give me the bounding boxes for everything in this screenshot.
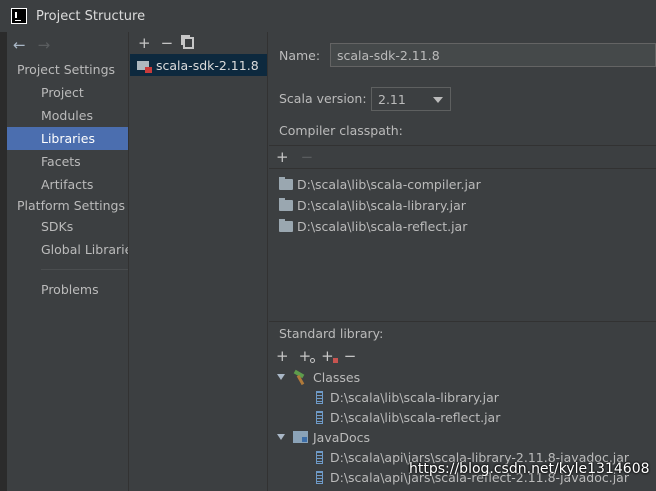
scala-version-select[interactable]: 2.11	[371, 87, 451, 111]
window-title: Project Structure	[36, 8, 146, 24]
add-classpath-button[interactable]: +	[276, 148, 289, 166]
remove-classpath-button: −	[300, 148, 314, 166]
library-folder-icon	[137, 60, 152, 73]
folder-icon	[279, 219, 293, 232]
nav-item-facets[interactable]: Facets	[7, 150, 128, 173]
remove-root-button[interactable]: −	[344, 347, 357, 365]
classes-tree-item[interactable]: D:\scala\lib\scala-library.jar	[269, 387, 656, 407]
add-root-button[interactable]: +	[276, 347, 289, 365]
editor-gutter	[0, 32, 7, 491]
library-details: Name: Scala version: 2.11 Compiler class…	[269, 32, 656, 491]
classpath-toolbar: + −	[269, 146, 656, 168]
classes-tree-item[interactable]: D:\scala\lib\scala-reflect.jar	[269, 407, 656, 427]
watermark-text: https://blog.csdn.net/kyle1314608	[409, 461, 650, 477]
nav-arrows: ← →	[7, 32, 128, 58]
classpath-item[interactable]: D:\scala\lib\scala-reflect.jar	[269, 216, 656, 237]
javadoc-folder-icon	[293, 431, 308, 443]
name-label: Name:	[279, 48, 321, 63]
settings-nav: ← → Project Settings Project Modules Lib…	[7, 32, 129, 491]
classes-item-label: D:\scala\lib\scala-library.jar	[330, 389, 499, 405]
folder-icon	[279, 198, 293, 211]
nav-item-sdks[interactable]: SDKs	[7, 215, 128, 238]
scala-version-value: 2.11	[378, 91, 406, 107]
add-excluded-icon[interactable]: +	[321, 347, 338, 365]
add-library-button[interactable]: +	[138, 34, 151, 52]
compiler-classpath-label: Compiler classpath:	[279, 123, 403, 138]
nav-item-modules[interactable]: Modules	[7, 104, 128, 127]
classes-item-label: D:\scala\lib\scala-reflect.jar	[330, 409, 501, 425]
scala-version-label: Scala version:	[279, 91, 367, 106]
jar-file-icon	[316, 390, 323, 404]
classes-hammer-icon	[293, 369, 307, 385]
library-name-input[interactable]	[330, 43, 656, 67]
add-with-settings-icon[interactable]: +	[299, 347, 316, 365]
library-item-label: scala-sdk-2.11.8	[156, 57, 259, 73]
title-bar: Project Structure	[0, 0, 656, 32]
libraries-list-panel: + − scala-sdk-2.11.8	[130, 32, 268, 491]
standard-library-label: Standard library:	[279, 326, 384, 341]
remove-library-button[interactable]: −	[161, 34, 174, 52]
compiler-classpath-panel: + − D:\scala\lib\scala-compiler.jar D:\s…	[269, 145, 656, 323]
classpath-item[interactable]: D:\scala\lib\scala-compiler.jar	[269, 174, 656, 195]
nav-item-libraries[interactable]: Libraries	[7, 127, 128, 150]
jar-file-icon	[316, 470, 323, 484]
chevron-down-icon	[433, 97, 443, 103]
javadocs-tree-node[interactable]: JavaDocs	[269, 427, 656, 447]
standard-library-toolbar: + + + −	[269, 345, 656, 367]
libraries-toolbar: + −	[130, 32, 267, 54]
scala-version-row: Scala version:	[279, 91, 367, 106]
classpath-item-label: D:\scala\lib\scala-library.jar	[297, 198, 466, 213]
nav-divider	[41, 269, 128, 270]
nav-item-artifacts[interactable]: Artifacts	[7, 173, 128, 196]
back-arrow-icon[interactable]: ←	[13, 36, 26, 54]
classpath-item-label: D:\scala\lib\scala-reflect.jar	[297, 219, 468, 234]
folder-icon	[279, 177, 293, 190]
chevron-down-icon[interactable]	[277, 374, 285, 380]
intellij-logo-icon	[11, 8, 27, 24]
nav-item-project[interactable]: Project	[7, 81, 128, 104]
classes-tree-node[interactable]: Classes	[269, 367, 656, 387]
library-item[interactable]: scala-sdk-2.11.8	[130, 54, 267, 76]
classpath-item-label: D:\scala\lib\scala-compiler.jar	[297, 177, 481, 192]
copy-icon[interactable]	[183, 37, 195, 49]
classes-label: Classes	[313, 369, 361, 385]
compiler-classpath-row: Compiler classpath:	[279, 123, 403, 138]
nav-heading-platform-settings: Platform Settings	[17, 198, 125, 213]
jar-file-icon	[316, 450, 323, 464]
jar-file-icon	[316, 410, 323, 424]
nav-item-problems[interactable]: Problems	[7, 278, 128, 301]
nav-heading-project-settings: Project Settings	[17, 62, 116, 77]
classpath-item[interactable]: D:\scala\lib\scala-library.jar	[269, 195, 656, 216]
name-row: Name:	[279, 48, 320, 63]
forward-arrow-icon: →	[37, 36, 51, 54]
javadocs-label: JavaDocs	[313, 429, 371, 445]
nav-item-global-libraries[interactable]: Global Libraries	[7, 238, 128, 261]
chevron-down-icon[interactable]	[277, 434, 285, 440]
